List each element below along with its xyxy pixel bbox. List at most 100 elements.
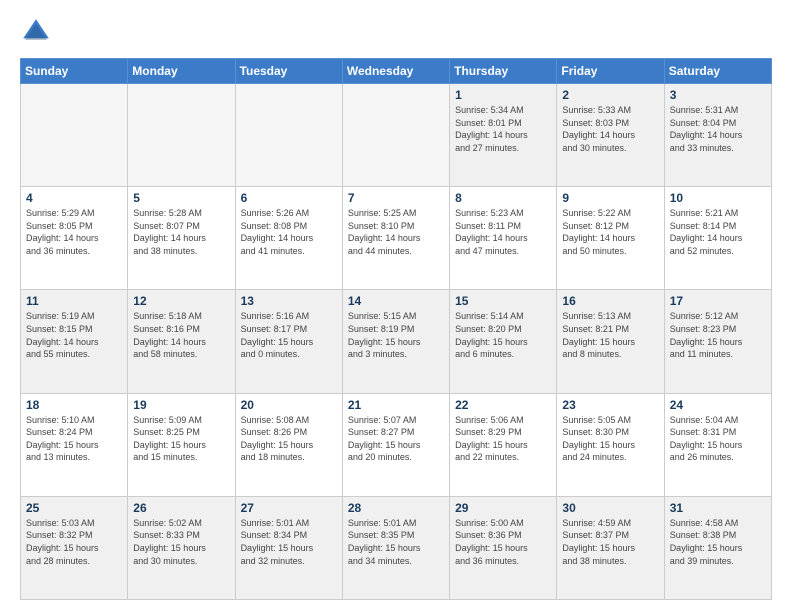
day-info: Sunrise: 5:09 AM Sunset: 8:25 PM Dayligh… xyxy=(133,414,229,464)
day-info: Sunrise: 4:58 AM Sunset: 8:38 PM Dayligh… xyxy=(670,517,766,567)
calendar-cell: 21 Sunrise: 5:07 AM Sunset: 8:27 PM Dayli… xyxy=(342,393,449,496)
day-number: 8 xyxy=(455,191,551,205)
weekday-header-tuesday: Tuesday xyxy=(235,59,342,84)
calendar-cell: 6Sunrise: 5:26 AM Sunset: 8:08 PM Daylig… xyxy=(235,187,342,290)
weekday-header-monday: Monday xyxy=(128,59,235,84)
day-number: 14 xyxy=(348,294,444,308)
calendar-cell: 10Sunrise: 5:21 AM Sunset: 8:14 PM Dayli… xyxy=(664,187,771,290)
weekday-header-friday: Friday xyxy=(557,59,664,84)
calendar-cell: 13Sunrise: 5:16 AM Sunset: 8:17 PM Dayli… xyxy=(235,290,342,393)
day-info: Sunrise: 5:25 AM Sunset: 8:10 PM Dayligh… xyxy=(348,207,444,257)
day-number: 4 xyxy=(26,191,122,205)
day-info: Sunrise: 5:05 AM Sunset: 8:30 PM Dayligh… xyxy=(562,414,658,464)
calendar-cell: 4 Sunrise: 5:29 AM Sunset: 8:05 PM Daylig… xyxy=(21,187,128,290)
calendar-cell: 30Sunrise: 4:59 AM Sunset: 8:37 PM Dayli… xyxy=(557,496,664,599)
day-info: Sunrise: 5:12 AM Sunset: 8:23 PM Dayligh… xyxy=(670,310,766,360)
day-info: Sunrise: 5:01 AM Sunset: 8:35 PM Dayligh… xyxy=(348,517,444,567)
calendar-cell: 19 Sunrise: 5:09 AM Sunset: 8:25 PM Dayli… xyxy=(128,393,235,496)
calendar-cell: 14Sunrise: 5:15 AM Sunset: 8:19 PM Dayli… xyxy=(342,290,449,393)
day-number: 18 xyxy=(26,398,122,412)
day-number: 25 xyxy=(26,501,122,515)
day-info: Sunrise: 5:19 AM Sunset: 8:15 PM Dayligh… xyxy=(26,310,122,360)
day-number: 9 xyxy=(562,191,658,205)
day-info: Sunrise: 5:04 AM Sunset: 8:31 PM Dayligh… xyxy=(670,414,766,464)
calendar-week-4: 18 Sunrise: 5:10 AM Sunset: 8:24 PM Dayli… xyxy=(21,393,772,496)
day-info: Sunrise: 5:31 AM Sunset: 8:04 PM Dayligh… xyxy=(670,104,766,154)
day-number: 15 xyxy=(455,294,551,308)
calendar-cell: 9 Sunrise: 5:22 AM Sunset: 8:12 PM Daylig… xyxy=(557,187,664,290)
calendar-cell: 11 Sunrise: 5:19 AM Sunset: 8:15 PM Dayli… xyxy=(21,290,128,393)
day-number: 19 xyxy=(133,398,229,412)
day-info: Sunrise: 5:23 AM Sunset: 8:11 PM Dayligh… xyxy=(455,207,551,257)
calendar-cell: 22Sunrise: 5:06 AM Sunset: 8:29 PM Dayli… xyxy=(450,393,557,496)
logo xyxy=(20,16,56,48)
day-info: Sunrise: 5:07 AM Sunset: 8:27 PM Dayligh… xyxy=(348,414,444,464)
day-number: 28 xyxy=(348,501,444,515)
day-number: 20 xyxy=(241,398,337,412)
weekday-header-sunday: Sunday xyxy=(21,59,128,84)
calendar-cell xyxy=(235,84,342,187)
day-number: 3 xyxy=(670,88,766,102)
calendar-cell: 17 Sunrise: 5:12 AM Sunset: 8:23 PM Dayli… xyxy=(664,290,771,393)
calendar-cell: 20 Sunrise: 5:08 AM Sunset: 8:26 PM Dayli… xyxy=(235,393,342,496)
calendar-week-2: 4 Sunrise: 5:29 AM Sunset: 8:05 PM Daylig… xyxy=(21,187,772,290)
day-number: 17 xyxy=(670,294,766,308)
weekday-header-saturday: Saturday xyxy=(664,59,771,84)
day-number: 22 xyxy=(455,398,551,412)
weekday-header-thursday: Thursday xyxy=(450,59,557,84)
day-info: Sunrise: 5:21 AM Sunset: 8:14 PM Dayligh… xyxy=(670,207,766,257)
day-info: Sunrise: 5:00 AM Sunset: 8:36 PM Dayligh… xyxy=(455,517,551,567)
day-number: 6 xyxy=(241,191,337,205)
day-number: 21 xyxy=(348,398,444,412)
header xyxy=(20,16,772,48)
calendar-cell: 24 Sunrise: 5:04 AM Sunset: 8:31 PM Dayli… xyxy=(664,393,771,496)
calendar-cell: 25 Sunrise: 5:03 AM Sunset: 8:32 PM Dayli… xyxy=(21,496,128,599)
calendar-cell xyxy=(128,84,235,187)
day-info: Sunrise: 5:01 AM Sunset: 8:34 PM Dayligh… xyxy=(241,517,337,567)
logo-icon xyxy=(20,16,52,48)
day-number: 24 xyxy=(670,398,766,412)
day-info: Sunrise: 5:22 AM Sunset: 8:12 PM Dayligh… xyxy=(562,207,658,257)
day-info: Sunrise: 5:18 AM Sunset: 8:16 PM Dayligh… xyxy=(133,310,229,360)
calendar-cell: 15Sunrise: 5:14 AM Sunset: 8:20 PM Dayli… xyxy=(450,290,557,393)
day-info: Sunrise: 5:08 AM Sunset: 8:26 PM Dayligh… xyxy=(241,414,337,464)
day-info: Sunrise: 5:28 AM Sunset: 8:07 PM Dayligh… xyxy=(133,207,229,257)
calendar-cell: 26 Sunrise: 5:02 AM Sunset: 8:33 PM Dayli… xyxy=(128,496,235,599)
weekday-header-row: SundayMondayTuesdayWednesdayThursdayFrid… xyxy=(21,59,772,84)
day-info: Sunrise: 5:03 AM Sunset: 8:32 PM Dayligh… xyxy=(26,517,122,567)
day-info: Sunrise: 5:34 AM Sunset: 8:01 PM Dayligh… xyxy=(455,104,551,154)
calendar-cell: 31 Sunrise: 4:58 AM Sunset: 8:38 PM Dayli… xyxy=(664,496,771,599)
day-number: 7 xyxy=(348,191,444,205)
day-info: Sunrise: 5:02 AM Sunset: 8:33 PM Dayligh… xyxy=(133,517,229,567)
day-number: 31 xyxy=(670,501,766,515)
weekday-header-wednesday: Wednesday xyxy=(342,59,449,84)
calendar-cell xyxy=(342,84,449,187)
calendar-cell: 16Sunrise: 5:13 AM Sunset: 8:21 PM Dayli… xyxy=(557,290,664,393)
calendar-cell: 1 Sunrise: 5:34 AM Sunset: 8:01 PM Daylig… xyxy=(450,84,557,187)
day-number: 11 xyxy=(26,294,122,308)
calendar-cell: 18 Sunrise: 5:10 AM Sunset: 8:24 PM Dayli… xyxy=(21,393,128,496)
day-number: 23 xyxy=(562,398,658,412)
calendar-week-3: 11 Sunrise: 5:19 AM Sunset: 8:15 PM Dayli… xyxy=(21,290,772,393)
calendar-cell: 7 Sunrise: 5:25 AM Sunset: 8:10 PM Daylig… xyxy=(342,187,449,290)
calendar-cell: 28 Sunrise: 5:01 AM Sunset: 8:35 PM Dayli… xyxy=(342,496,449,599)
day-info: Sunrise: 5:10 AM Sunset: 8:24 PM Dayligh… xyxy=(26,414,122,464)
day-info: Sunrise: 5:33 AM Sunset: 8:03 PM Dayligh… xyxy=(562,104,658,154)
calendar-cell: 3 Sunrise: 5:31 AM Sunset: 8:04 PM Daylig… xyxy=(664,84,771,187)
day-number: 13 xyxy=(241,294,337,308)
day-number: 29 xyxy=(455,501,551,515)
calendar-cell: 23 Sunrise: 5:05 AM Sunset: 8:30 PM Dayli… xyxy=(557,393,664,496)
calendar-cell: 5 Sunrise: 5:28 AM Sunset: 8:07 PM Daylig… xyxy=(128,187,235,290)
day-number: 27 xyxy=(241,501,337,515)
day-number: 1 xyxy=(455,88,551,102)
page: SundayMondayTuesdayWednesdayThursdayFrid… xyxy=(0,0,792,612)
calendar-week-5: 25 Sunrise: 5:03 AM Sunset: 8:32 PM Dayli… xyxy=(21,496,772,599)
day-info: Sunrise: 5:13 AM Sunset: 8:21 PM Dayligh… xyxy=(562,310,658,360)
calendar-cell xyxy=(21,84,128,187)
day-info: Sunrise: 5:29 AM Sunset: 8:05 PM Dayligh… xyxy=(26,207,122,257)
calendar-table: SundayMondayTuesdayWednesdayThursdayFrid… xyxy=(20,58,772,600)
day-number: 5 xyxy=(133,191,229,205)
calendar-cell: 2Sunrise: 5:33 AM Sunset: 8:03 PM Daylig… xyxy=(557,84,664,187)
day-number: 26 xyxy=(133,501,229,515)
calendar-cell: 29 Sunrise: 5:00 AM Sunset: 8:36 PM Dayli… xyxy=(450,496,557,599)
